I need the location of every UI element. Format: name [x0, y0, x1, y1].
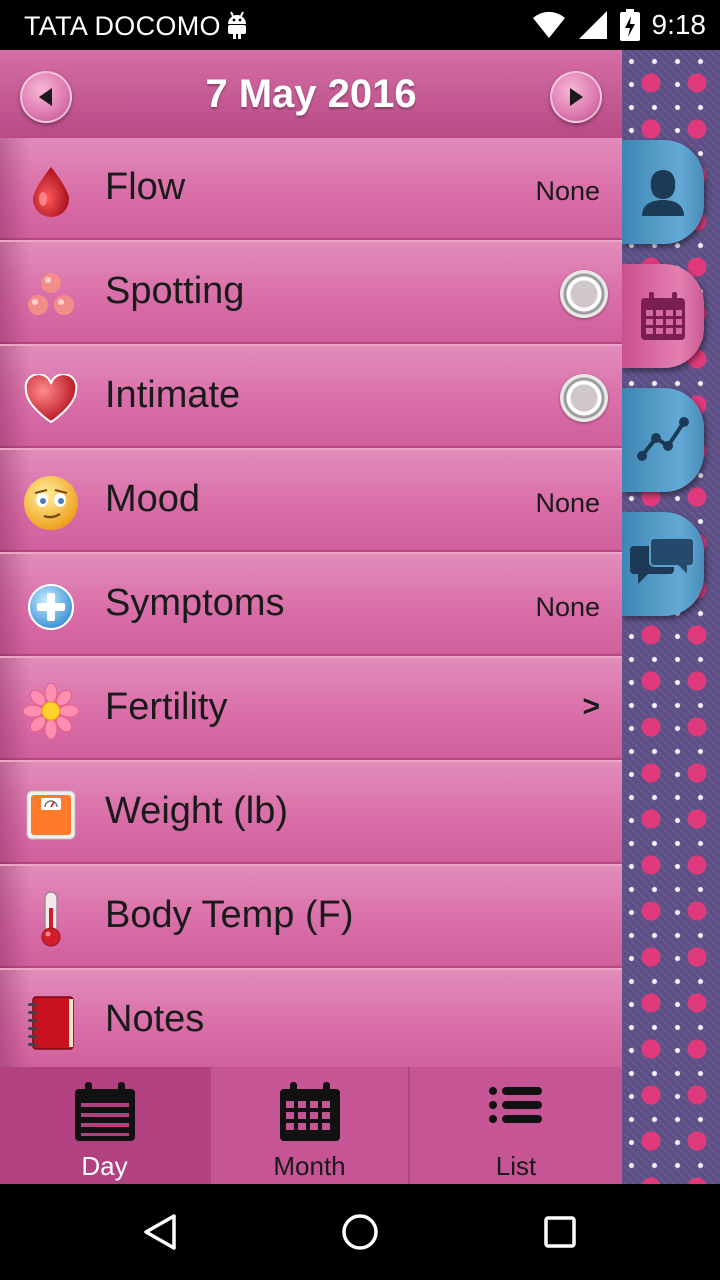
side-tab-chat[interactable] — [622, 512, 704, 616]
tab-day[interactable]: Day — [0, 1067, 211, 1184]
row-intimate[interactable]: Intimate — [0, 346, 622, 450]
recents-icon[interactable] — [540, 1212, 580, 1252]
wifi-icon — [532, 11, 565, 38]
chat-bubbles-icon — [630, 537, 695, 584]
android-icon — [228, 11, 246, 39]
chart-line-icon — [637, 417, 689, 461]
carrier-name: TATA DOCOMO — [24, 11, 221, 41]
row-notes[interactable]: Notes — [0, 970, 622, 1074]
side-tab-profile[interactable] — [622, 140, 704, 244]
row-spotting[interactable]: Spotting — [0, 242, 622, 346]
row-label: Fertility — [105, 686, 228, 728]
row-value: None — [535, 488, 600, 518]
plus-circle-icon — [22, 578, 80, 636]
signal-icon — [578, 11, 607, 39]
triangle-right-icon — [570, 88, 583, 106]
row-label: Body Temp (F) — [105, 894, 354, 936]
thermometer-icon — [22, 890, 80, 948]
status-bar: TATA DOCOMO 9:18 — [0, 0, 720, 50]
row-flow[interactable]: Flow None — [0, 138, 622, 242]
row-label: Mood — [105, 478, 201, 520]
row-value: None — [535, 176, 600, 206]
list-icon — [489, 1087, 542, 1123]
smiley-face-icon — [22, 474, 80, 532]
calendar-day-icon — [74, 1082, 135, 1141]
tab-label: Day — [81, 1151, 128, 1181]
row-value: None — [535, 592, 600, 622]
battery-charging-icon — [619, 9, 640, 41]
row-fertility[interactable]: Fertility > — [0, 658, 622, 762]
calendar-month-icon — [279, 1082, 340, 1141]
spotting-radio[interactable] — [560, 270, 608, 318]
side-tab-calendar[interactable] — [622, 264, 704, 368]
row-label: Flow — [105, 166, 186, 208]
tab-label: List — [495, 1151, 537, 1181]
row-label: Spotting — [105, 270, 245, 312]
row-body-temp[interactable]: Body Temp (F) — [0, 866, 622, 970]
row-label: Symptoms — [105, 582, 285, 624]
side-tab-chart[interactable] — [622, 388, 704, 492]
blood-drop-icon — [22, 162, 80, 220]
spotting-dots-icon — [22, 266, 80, 324]
bottom-tab-bar: Day Month List — [0, 1067, 622, 1184]
system-nav-bar — [0, 1184, 720, 1280]
calendar-icon — [641, 292, 685, 340]
fertility-chevron: > — [582, 690, 600, 723]
row-symptoms[interactable]: Symptoms None — [0, 554, 622, 658]
row-label: Notes — [105, 998, 205, 1040]
day-panel: 7 May 2016 Flow None Spotting Intimate M… — [0, 50, 622, 1184]
row-label: Intimate — [105, 374, 241, 416]
status-clock: 9:18 — [651, 9, 707, 40]
back-icon[interactable] — [140, 1212, 180, 1252]
page-title: 7 May 2016 — [205, 72, 417, 116]
row-label: Weight (lb) — [105, 790, 289, 832]
next-day-button[interactable] — [550, 71, 602, 123]
date-header: 7 May 2016 — [0, 50, 622, 138]
tab-month[interactable]: Month — [211, 1067, 410, 1184]
person-icon — [642, 170, 684, 216]
tab-list[interactable]: List — [410, 1067, 622, 1184]
row-mood[interactable]: Mood None — [0, 450, 622, 554]
notebook-icon — [22, 994, 80, 1052]
row-weight[interactable]: Weight (lb) — [0, 762, 622, 866]
scale-icon — [22, 786, 80, 844]
heart-icon — [22, 370, 80, 428]
intimate-radio[interactable] — [560, 374, 608, 422]
tab-label: Month — [273, 1151, 346, 1181]
day-entry-list: Flow None Spotting Intimate Mood None Sy… — [0, 138, 622, 1074]
home-icon[interactable] — [340, 1212, 380, 1252]
flower-icon — [22, 682, 80, 740]
